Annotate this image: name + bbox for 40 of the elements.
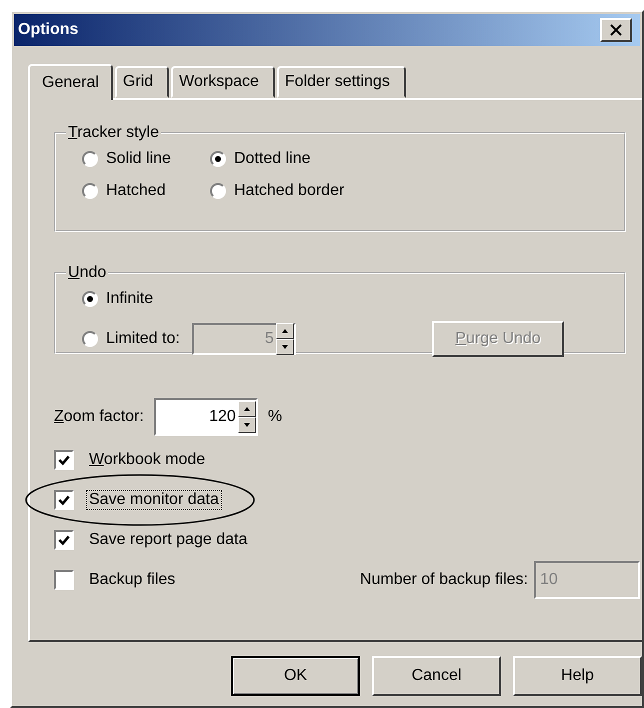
checkbox-label[interactable]: Workbook mode [86, 450, 208, 470]
group-title: Undo [67, 264, 108, 282]
tab[interactable]: Workspace [171, 66, 275, 98]
dialog-button[interactable]: Help [513, 656, 642, 696]
dialog-button[interactable]: OK [231, 656, 360, 696]
checkbox-label[interactable]: Save monitor data [86, 490, 222, 510]
backup-count-label: Number of backup files: [360, 571, 528, 589]
dialog-button[interactable]: Cancel [372, 656, 501, 696]
radio-label[interactable]: Dotted line [234, 150, 310, 168]
checkbox-label[interactable]: Save report page data [86, 530, 250, 550]
radio-button[interactable] [82, 151, 98, 167]
radio-button[interactable] [210, 183, 226, 199]
radio-button[interactable] [82, 183, 98, 199]
zoom-label: Zoom factor: [54, 408, 144, 426]
checkbox[interactable] [54, 450, 74, 470]
checkbox-label[interactable]: Backup files [86, 570, 178, 590]
tab[interactable]: Grid [114, 66, 170, 98]
radio-label[interactable]: Hatched border [234, 182, 344, 200]
checkbox[interactable] [54, 530, 74, 550]
close-button[interactable] [600, 18, 632, 42]
unit-label: % [268, 408, 282, 426]
radio-button[interactable] [82, 291, 98, 307]
checkmark-icon [57, 453, 71, 467]
zoom-field[interactable]: 120 [154, 398, 258, 436]
radio-button[interactable] [210, 151, 226, 167]
radio-label[interactable]: Solid line [106, 150, 171, 168]
radio-button[interactable] [82, 331, 98, 347]
window-title: Options [17, 21, 78, 39]
radio-label[interactable]: Limited to: [106, 330, 180, 348]
close-icon [609, 24, 623, 36]
radio-label[interactable]: Hatched [106, 182, 166, 200]
checkmark-icon [57, 493, 71, 507]
tab[interactable]: Folder settings [276, 66, 406, 98]
group-title: Tracker style [67, 124, 160, 142]
checkmark-icon [57, 533, 71, 547]
checkbox[interactable] [54, 570, 74, 590]
radio-label[interactable]: Infinite [106, 290, 154, 308]
spin-buttons[interactable] [238, 401, 256, 433]
checkbox[interactable] [54, 490, 74, 510]
tab[interactable]: General [28, 64, 113, 100]
